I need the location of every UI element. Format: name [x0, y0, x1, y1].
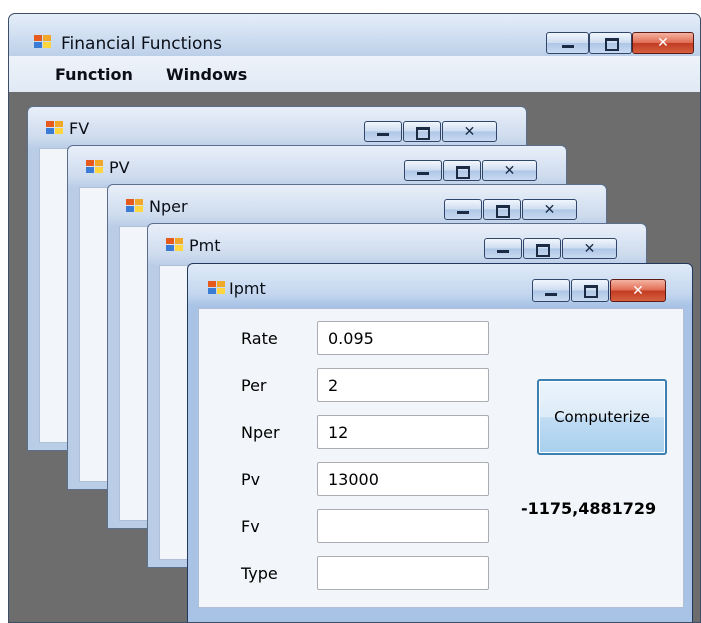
minimize-button[interactable]	[444, 199, 482, 220]
child-app-icon	[86, 160, 103, 174]
child-title: Ipmt	[229, 279, 266, 298]
app-icon	[34, 35, 51, 49]
minimize-button[interactable]	[364, 121, 402, 142]
main-window: Financial Functions ✕ Function Windows F…	[8, 13, 701, 623]
nper-label: Nper	[241, 423, 280, 442]
nper-field[interactable]	[317, 415, 489, 449]
menu-function[interactable]: Function	[55, 65, 133, 84]
close-button[interactable]: ✕	[522, 199, 577, 220]
child-title: Nper	[149, 197, 188, 216]
type-field[interactable]	[317, 556, 489, 590]
close-button[interactable]: ✕	[632, 32, 694, 54]
close-icon: ✕	[632, 282, 644, 299]
child-window-ipmt[interactable]: Ipmt ✕ Rate Per Nper Pv Fv Type Computer…	[187, 263, 693, 622]
close-icon: ✕	[463, 123, 476, 140]
minimize-button[interactable]	[532, 279, 570, 302]
child-app-icon	[208, 281, 225, 295]
child-app-icon	[46, 121, 63, 135]
per-label: Per	[241, 376, 267, 395]
minimize-button[interactable]	[546, 32, 589, 54]
menu-bar: Function Windows	[9, 56, 700, 92]
type-label: Type	[241, 564, 278, 583]
pv-label: Pv	[241, 470, 261, 489]
close-button[interactable]: ✕	[482, 160, 537, 181]
rate-label: Rate	[241, 329, 278, 348]
main-titlebar[interactable]: Financial Functions ✕	[9, 14, 700, 56]
close-button[interactable]: ✕	[442, 121, 497, 142]
maximize-button[interactable]	[523, 238, 561, 259]
close-button[interactable]: ✕	[562, 238, 617, 259]
maximize-button[interactable]	[443, 160, 481, 181]
fv-field[interactable]	[317, 509, 489, 543]
maximize-button[interactable]	[403, 121, 441, 142]
child-app-icon	[166, 238, 183, 252]
minimize-button[interactable]	[484, 238, 522, 259]
child-title: PV	[109, 158, 130, 177]
child-app-icon	[126, 199, 143, 213]
ipmt-form-area: Rate Per Nper Pv Fv Type Computerize -11…	[198, 308, 684, 608]
maximize-button[interactable]	[589, 32, 632, 54]
maximize-button[interactable]	[483, 199, 521, 220]
computerize-button[interactable]: Computerize	[537, 379, 667, 455]
child-title: FV	[69, 119, 90, 138]
close-icon: ✕	[583, 240, 596, 257]
close-icon: ✕	[657, 35, 669, 51]
fv-label: Fv	[241, 517, 260, 536]
close-button[interactable]: ✕	[610, 279, 666, 302]
result-value: -1175,4881729	[521, 499, 657, 518]
close-icon: ✕	[543, 201, 556, 218]
minimize-button[interactable]	[404, 160, 442, 181]
window-title: Financial Functions	[61, 34, 223, 54]
close-icon: ✕	[503, 162, 516, 179]
pv-field[interactable]	[317, 462, 489, 496]
child-title: Pmt	[189, 236, 221, 255]
per-field[interactable]	[317, 368, 489, 402]
menu-windows[interactable]: Windows	[166, 65, 247, 84]
rate-field[interactable]	[317, 321, 489, 355]
maximize-button[interactable]	[571, 279, 609, 302]
